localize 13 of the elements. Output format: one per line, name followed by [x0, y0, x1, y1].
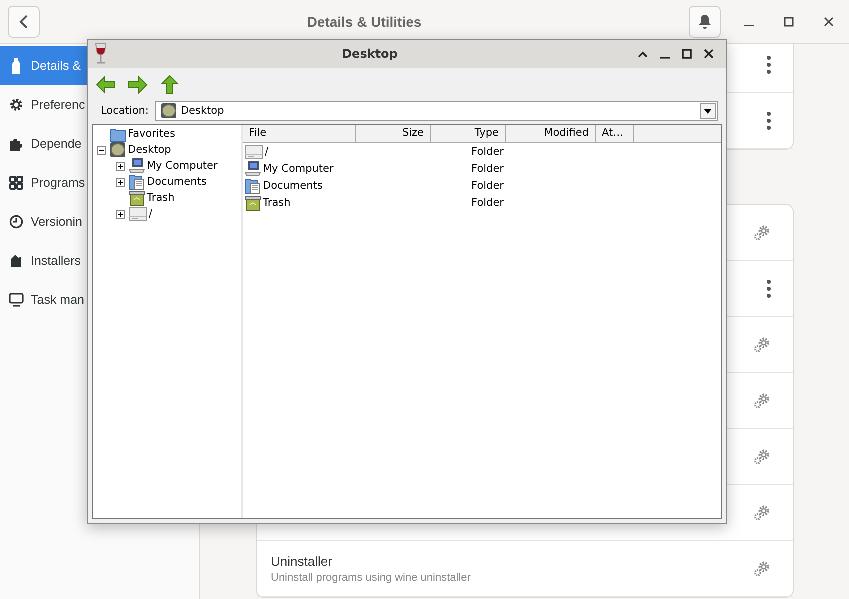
- window-title: Details & Utilities: [306, 14, 423, 30]
- file-type: Folder: [470, 146, 504, 158]
- location-label: Location:: [101, 105, 149, 117]
- file-name: /: [265, 146, 269, 158]
- window-title: Desktop: [341, 47, 399, 61]
- file-type: Folder: [470, 196, 504, 208]
- file-name: Documents: [263, 180, 323, 192]
- file-name: My Computer: [263, 162, 334, 174]
- file-type: Folder: [470, 162, 504, 174]
- file-name: Trash: [263, 196, 291, 208]
- file-type: Folder: [470, 180, 504, 192]
- row-title: Uninstaller: [271, 554, 334, 568]
- row-subtitle: Uninstall programs using wine uninstaller: [271, 572, 472, 584]
